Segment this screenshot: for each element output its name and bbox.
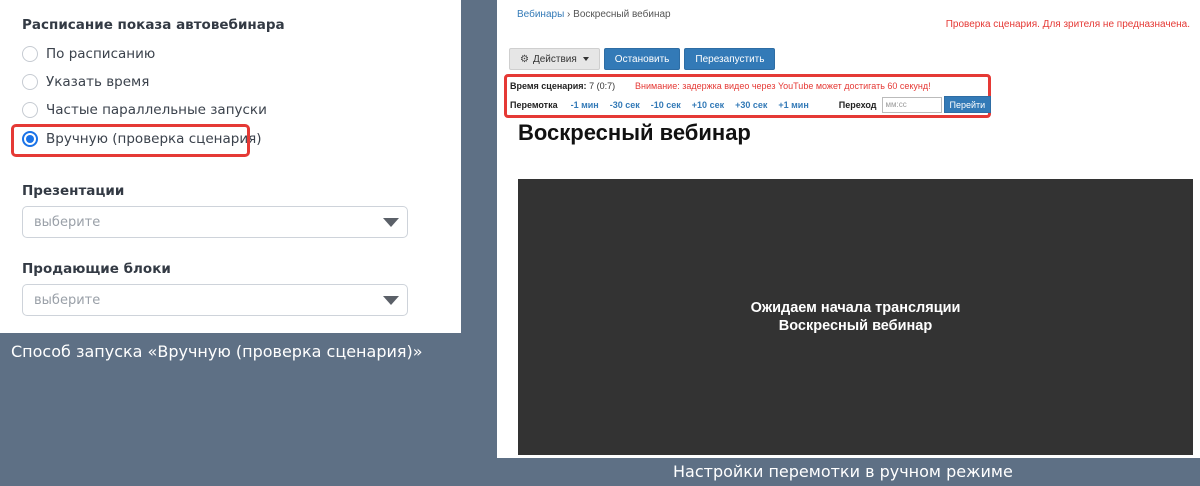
radio-label: Частые параллельные запуски: [46, 102, 267, 118]
radio-label: Указать время: [46, 74, 150, 90]
jump-label: Переход: [838, 99, 877, 110]
selling-blocks-heading: Продающие блоки: [22, 261, 171, 277]
rewind-plus-10-sec[interactable]: +10 сек: [692, 100, 724, 110]
radio-circle-icon[interactable]: [22, 74, 38, 90]
right-caption: Настройки перемотки в ручном режиме: [673, 462, 1013, 481]
rewind-minus-10-sec[interactable]: -10 сек: [651, 100, 681, 110]
scenario-time-label: Время сценария:: [510, 81, 587, 91]
schedule-settings-panel: Расписание показа автовебинара По распис…: [0, 0, 461, 333]
presentations-placeholder: выберите: [34, 214, 101, 230]
selling-blocks-select[interactable]: выберите: [22, 284, 408, 316]
breadcrumb-current: Воскресный вебинар: [573, 9, 671, 20]
scenario-time-value: 7 (0:7): [589, 81, 616, 91]
stop-button[interactable]: Остановить: [603, 48, 681, 70]
rewind-label: Перемотка: [510, 99, 558, 110]
restart-button[interactable]: Перезапустить: [684, 48, 776, 70]
rewind-controls: Перемотка -1 мин -30 сек -10 сек +10 сек…: [510, 96, 992, 113]
scenario-time: Время сценария: 7 (0:7): [510, 81, 615, 91]
rewind-minus-30-sec[interactable]: -30 сек: [610, 100, 640, 110]
page-title: Воскресный вебинар: [518, 120, 751, 145]
gears-icon: ⚙: [520, 53, 529, 65]
player-status-line2: Воскресный вебинар: [778, 318, 933, 334]
breadcrumb: Вебинары › Воскресный вебинар: [517, 9, 671, 20]
selling-blocks-placeholder: выберите: [34, 292, 101, 308]
player-status-line1: Ожидаем начала трансляции: [750, 300, 961, 316]
rewind-minus-1-min[interactable]: -1 мин: [571, 100, 599, 110]
breadcrumb-separator: ›: [567, 9, 571, 20]
presentations-select[interactable]: выберите: [22, 206, 408, 238]
dropdown-arrow-icon[interactable]: [383, 218, 399, 227]
action-toolbar: ⚙ Действия Остановить Перезапустить: [509, 48, 776, 70]
video-player[interactable]: Ожидаем начала трансляции Воскресный веб…: [518, 179, 1193, 455]
caret-down-icon: [582, 57, 589, 61]
rewind-plus-30-sec[interactable]: +30 сек: [735, 100, 767, 110]
radio-circle-icon[interactable]: [22, 46, 38, 62]
radio-option-parallel-launches[interactable]: Частые параллельные запуски: [22, 102, 267, 118]
highlight-annotation-manual: [11, 124, 250, 157]
presentations-heading: Презентации: [22, 183, 125, 199]
rewind-plus-1-min[interactable]: +1 мин: [778, 100, 808, 110]
radio-option-set-time[interactable]: Указать время: [22, 74, 149, 90]
actions-label: Действия: [532, 53, 577, 65]
dropdown-arrow-icon[interactable]: [383, 296, 399, 305]
radio-label: По расписанию: [46, 46, 156, 62]
jump-time-input[interactable]: [881, 96, 942, 113]
schedule-heading: Расписание показа автовебинара: [22, 17, 285, 33]
left-caption: Способ запуска «Вручную (проверка сценар…: [11, 342, 423, 361]
preview-warning-note: Проверка сценария. Для зрителя не предна…: [945, 19, 1190, 30]
jump-button[interactable]: Перейти: [943, 96, 992, 113]
webinar-preview-panel: Вебинары › Воскресный вебинар Проверка с…: [497, 0, 1200, 458]
radio-circle-icon[interactable]: [22, 102, 38, 118]
breadcrumb-webinars-link[interactable]: Вебинары: [517, 9, 564, 20]
radio-option-by-schedule[interactable]: По расписанию: [22, 46, 155, 62]
youtube-delay-warning: Внимание: задержка видео через YouTube м…: [635, 81, 931, 91]
actions-dropdown-button[interactable]: ⚙ Действия: [509, 48, 600, 70]
